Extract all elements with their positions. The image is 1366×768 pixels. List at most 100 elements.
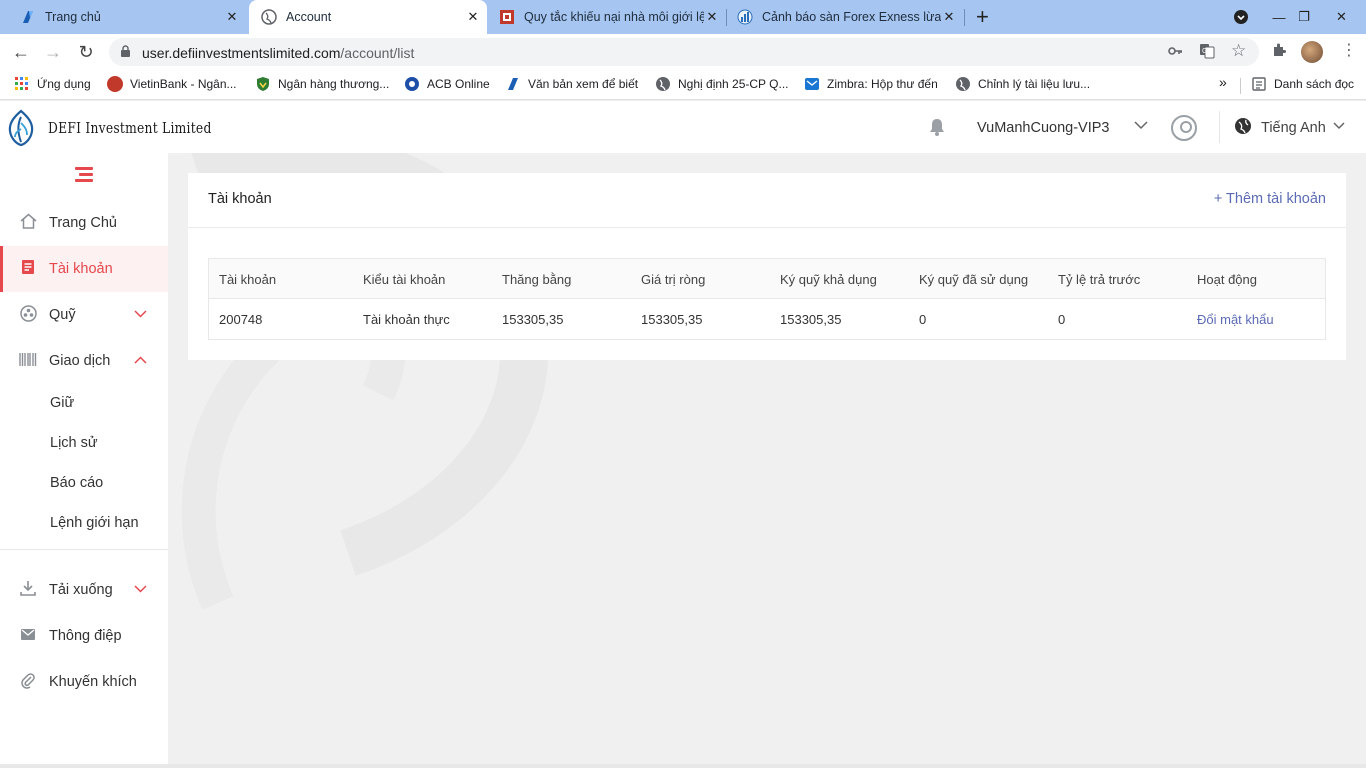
tab-canh-bao[interactable]: Cảnh báo sàn Forex Exness lừa đ ✕	[727, 0, 963, 34]
bookmark-ngan-hang[interactable]: Ngân hàng thương...	[255, 76, 389, 92]
card-divider	[188, 227, 1346, 228]
more-bookmarks-icon[interactable]: »	[1219, 74, 1227, 90]
account-type: Tài khoản thực	[363, 312, 450, 327]
column-header: Ký quỹ đã sử dụng	[919, 272, 1029, 287]
language-selector[interactable]: Tiếng Anh	[1261, 120, 1326, 136]
bookmark-nghi-dinh[interactable]: Nghị định 25-CP Q...	[655, 76, 789, 92]
reload-icon[interactable]: ↻	[74, 40, 98, 64]
user-avatar-icon[interactable]	[1171, 115, 1197, 141]
tab-close-icon[interactable]: ✕	[465, 9, 481, 25]
bookmark-separator	[1240, 78, 1241, 94]
tab-title: Trang chủ	[45, 10, 101, 24]
bookmark-label: ACB Online	[427, 77, 490, 91]
sidebar-item-messages[interactable]: Thông điệp	[0, 613, 168, 659]
back-icon[interactable]: ←	[9, 40, 33, 64]
sidebar-subitem-report[interactable]: Báo cáo	[50, 475, 103, 491]
sidebar-item-label: Khuyến khích	[49, 674, 137, 690]
download-icon	[19, 580, 37, 600]
sidebar-item-label: Trang Chủ	[49, 215, 117, 231]
header-divider	[1219, 111, 1220, 143]
account-icon	[19, 259, 37, 279]
sidebar-item-home[interactable]: Trang Chủ	[0, 200, 168, 246]
sidebar-item-download[interactable]: Tải xuống	[0, 567, 168, 613]
sidebar-item-label: Thông điệp	[49, 628, 122, 644]
minimize-icon[interactable]: —	[1266, 0, 1292, 34]
globe-icon[interactable]	[1234, 117, 1252, 140]
bell-icon[interactable]	[929, 118, 945, 141]
tab-close-icon[interactable]: ✕	[704, 9, 720, 25]
url-host: user.defiinvestmentslimited.com	[142, 45, 341, 61]
tab-title: Account	[286, 10, 332, 24]
chevron-down-icon	[134, 309, 147, 321]
mail-icon	[804, 76, 820, 92]
lock-icon	[120, 45, 131, 61]
bookmark-zimbra[interactable]: Zimbra: Hộp thư đến	[804, 76, 938, 92]
vietinbank-icon	[107, 76, 123, 92]
collapse-menu-icon[interactable]	[75, 167, 93, 183]
column-header: Tài khoản	[219, 272, 277, 287]
vietinbank-icon	[505, 76, 521, 92]
tab-trang-chu[interactable]: Trang chủ ✕	[0, 0, 246, 34]
bookmark-chinh-ly[interactable]: Chỉnh lý tài liệu lưu...	[955, 76, 1090, 92]
bookmark-acb[interactable]: ACB Online	[404, 76, 490, 92]
restore-icon[interactable]: ❐	[1291, 0, 1317, 34]
brand-name: DEFI Investment Limited	[48, 119, 212, 137]
sidebar-item-trading[interactable]: Giao dịch	[0, 338, 168, 384]
chart-favicon-icon	[737, 9, 753, 25]
bookmark-vietinbank[interactable]: VietinBank - Ngân...	[107, 76, 237, 92]
apps-grid-icon	[14, 76, 30, 92]
vietinbank-favicon-icon	[20, 9, 36, 25]
forward-icon[interactable]: →	[41, 40, 65, 64]
balance: 153305,35	[502, 312, 564, 327]
globe-icon	[655, 76, 671, 92]
red-square-favicon-icon	[499, 9, 515, 25]
tab-close-icon[interactable]: ✕	[224, 9, 240, 25]
bookmark-label: Văn bản xem để biết	[528, 77, 639, 91]
tab-quy-tac[interactable]: Quy tắc khiếu nại nhà môi giới lệ ✕	[490, 0, 726, 34]
more-menu-icon[interactable]: ⋮	[1341, 40, 1357, 60]
tab-account[interactable]: Account ✕	[249, 0, 487, 34]
bookmark-label: Ngân hàng thương...	[278, 77, 390, 91]
accounts-table: Tài khoản Kiểu tài khoản Thăng bằng Giá …	[208, 258, 1326, 340]
sidebar-item-account[interactable]: Tài khoản	[0, 246, 168, 292]
chevron-down-icon[interactable]	[1333, 119, 1345, 133]
url-path: /account/list	[340, 45, 415, 61]
chevron-down-icon[interactable]	[1134, 118, 1148, 133]
close-window-icon[interactable]: ✕	[1317, 0, 1366, 34]
key-icon[interactable]	[1167, 43, 1183, 63]
browser-toolbar: ← → ↻ user.defiinvestmentslimited.com/ac…	[0, 34, 1366, 70]
app-header: DEFI Investment Limited VuManhCuong-VIP3…	[0, 101, 1366, 153]
reading-list-label: Danh sách đọc	[1274, 77, 1355, 91]
change-password-link[interactable]: Đổi mật khẩu	[1197, 312, 1274, 327]
defi-logo-icon[interactable]	[6, 109, 36, 147]
star-icon[interactable]: ☆	[1231, 41, 1246, 61]
bookmarks-bar: Ứng dụng VietinBank - Ngân... Ngân hàng …	[0, 70, 1366, 100]
tab-close-icon[interactable]: ✕	[941, 9, 957, 25]
bookmark-label: Zimbra: Hộp thư đến	[827, 77, 938, 91]
sidebar-subitem-limit-order[interactable]: Lệnh giới hạn	[50, 515, 139, 531]
sidebar-item-promotions[interactable]: Khuyến khích	[0, 659, 168, 705]
net-value: 153305,35	[641, 312, 703, 327]
address-bar[interactable]: user.defiinvestmentslimited.com/account/…	[109, 38, 1259, 66]
svg-text:G: G	[1202, 48, 1207, 55]
translate-icon[interactable]: G	[1199, 43, 1215, 63]
home-icon	[19, 213, 37, 233]
profile-avatar[interactable]	[1301, 41, 1323, 63]
bookmark-apps[interactable]: Ứng dụng	[14, 76, 91, 92]
sidebar-subitem-hold[interactable]: Giữ	[50, 395, 74, 411]
sidebar-subitem-history[interactable]: Lịch sử	[50, 435, 98, 451]
column-header: Thăng bằng	[502, 272, 572, 287]
bookmark-van-ban[interactable]: Văn bản xem để biết	[505, 76, 638, 92]
extensions-icon[interactable]	[1271, 42, 1287, 62]
chevron-down-icon	[134, 584, 147, 596]
barcode-icon	[19, 352, 37, 371]
tab-separator	[964, 9, 965, 26]
reading-list[interactable]: Danh sách đọc	[1251, 76, 1354, 92]
tab-search-icon[interactable]	[1228, 0, 1254, 34]
sidebar-item-fund[interactable]: Quỹ	[0, 292, 168, 338]
user-menu[interactable]: VuManhCuong-VIP3	[977, 120, 1109, 136]
add-account-button[interactable]: + Thêm tài khoản	[1214, 191, 1326, 207]
chevron-up-icon	[134, 355, 147, 367]
new-tab-icon[interactable]: +	[976, 4, 989, 30]
sidebar-item-label: Tải xuống	[49, 582, 113, 598]
